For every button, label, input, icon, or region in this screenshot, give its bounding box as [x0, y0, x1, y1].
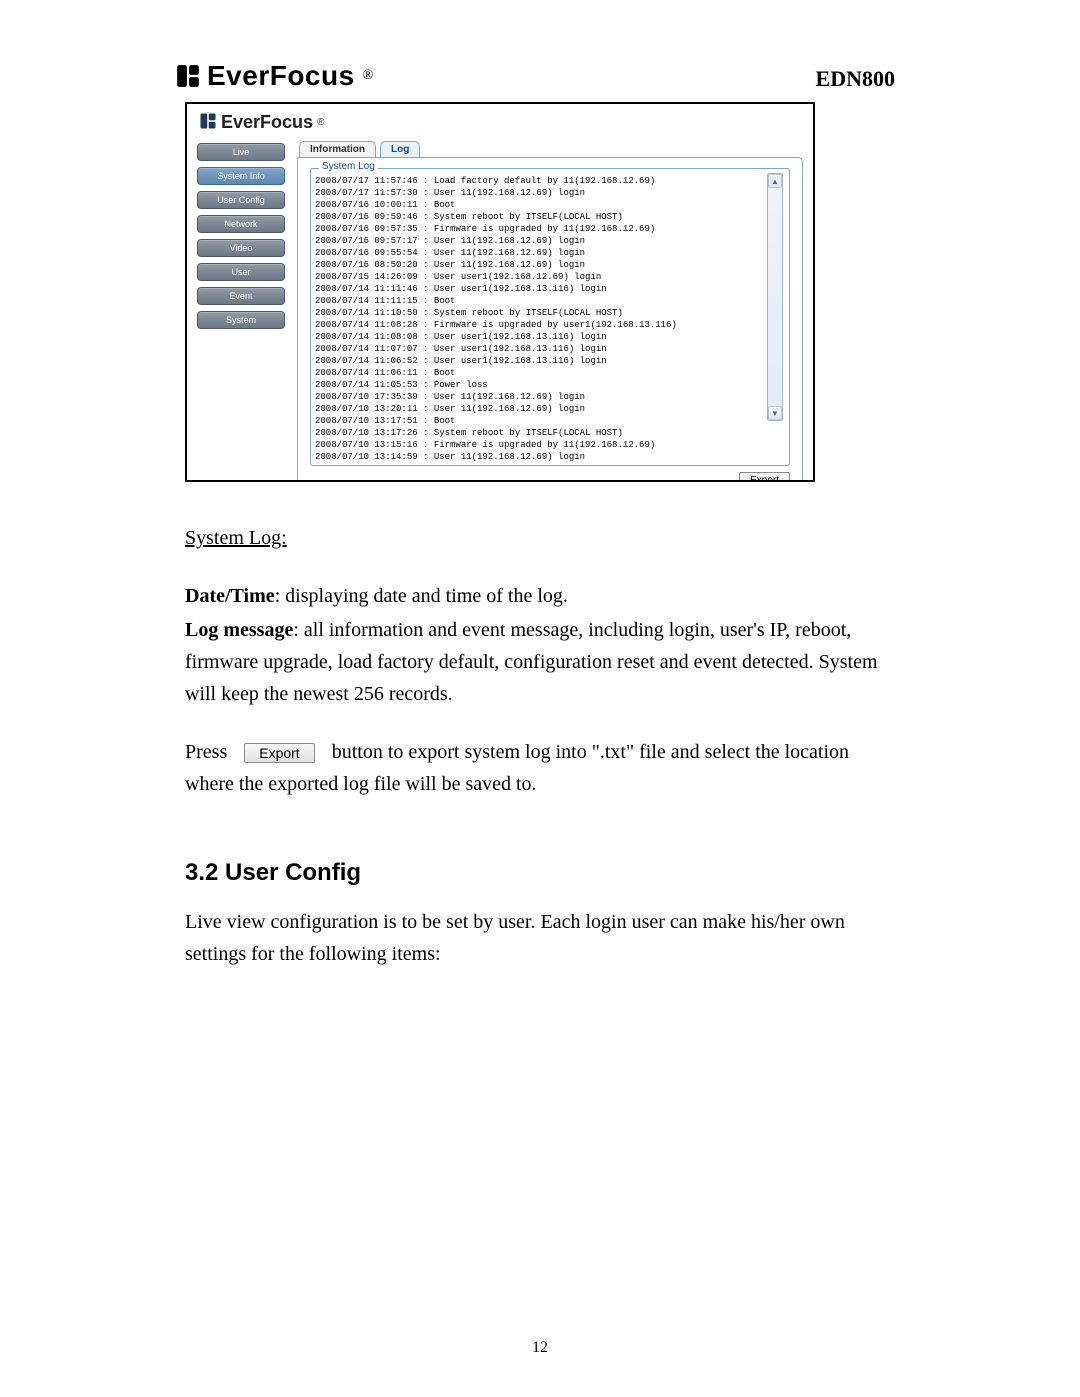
- page-number: 12: [0, 1339, 1080, 1357]
- logmsg-paragraph: Log message: all information and event m…: [185, 614, 895, 710]
- sidebar-item-system-info[interactable]: System Info: [197, 167, 285, 185]
- press-before: Press: [185, 741, 227, 763]
- system-log-heading: System Log:: [185, 522, 895, 554]
- system-log-fieldset: System Log 2008/07/17 11:57:46 : Load fa…: [310, 168, 790, 466]
- scroll-up-icon[interactable]: ▲: [768, 174, 782, 188]
- tab-log[interactable]: Log: [380, 141, 420, 157]
- section-heading-user-config: 3.2 User Config: [185, 854, 895, 892]
- export-button-inline[interactable]: Export: [244, 743, 314, 763]
- logmsg-label: Log message: [185, 619, 293, 641]
- sidebar-item-video[interactable]: Video: [197, 239, 285, 257]
- export-button[interactable]: Export: [739, 472, 790, 482]
- sidebar-item-network[interactable]: Network: [197, 215, 285, 233]
- sidebar-item-system[interactable]: System: [197, 311, 285, 329]
- datetime-label: Date/Time: [185, 585, 275, 607]
- doc-header: EverFocus ® EDN800: [0, 60, 1080, 92]
- registered-icon: ®: [363, 68, 374, 84]
- everfocus-icon: [175, 63, 201, 89]
- tab-information[interactable]: Information: [299, 141, 376, 157]
- sidebar-item-live[interactable]: Live: [197, 143, 285, 161]
- sidebar-item-user[interactable]: User: [197, 263, 285, 281]
- sidebar: Live System Info User Config Network Vid…: [197, 141, 285, 482]
- doc-logo: EverFocus ®: [175, 60, 373, 92]
- tab-bar: Information Log: [297, 141, 803, 157]
- log-panel: System Log 2008/07/17 11:57:46 : Load fa…: [297, 157, 803, 482]
- sidebar-item-event[interactable]: Event: [197, 287, 285, 305]
- userconfig-paragraph: Live view configuration is to be set by …: [185, 906, 895, 970]
- datetime-text: : displaying date and time of the log.: [275, 585, 568, 607]
- system-log-legend: System Log: [319, 161, 378, 172]
- doc-logo-text: EverFocus: [207, 60, 355, 92]
- sidebar-item-user-config[interactable]: User Config: [197, 191, 285, 209]
- log-scrollbar[interactable]: ▲ ▼: [767, 173, 783, 421]
- log-textarea[interactable]: 2008/07/17 11:57:46 : Load factory defau…: [313, 173, 763, 463]
- doc-body: System Log: Date/Time: displaying date a…: [0, 482, 1080, 970]
- press-paragraph: Press Export button to export system log…: [185, 736, 895, 800]
- everfocus-icon: [199, 112, 217, 133]
- screenshot-frame: EverFocus ® Live System Info User Config…: [185, 102, 815, 482]
- datetime-paragraph: Date/Time: displaying date and time of t…: [185, 580, 895, 612]
- app-logo: EverFocus ®: [187, 104, 813, 137]
- registered-icon: ®: [317, 117, 324, 128]
- model-number: EDN800: [816, 66, 895, 92]
- scroll-down-icon[interactable]: ▼: [768, 406, 782, 420]
- app-logo-text: EverFocus: [221, 112, 313, 133]
